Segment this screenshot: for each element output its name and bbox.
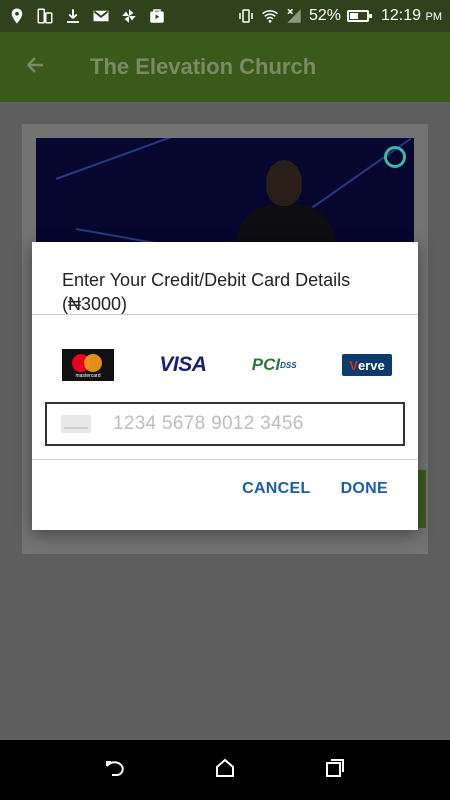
nav-recents-button[interactable]: [315, 750, 355, 790]
back-icon: [103, 756, 127, 785]
nav-home-button[interactable]: [205, 750, 245, 790]
battery-percent: 52%: [308, 7, 341, 24]
home-icon: [213, 756, 237, 785]
dialog-actions: CANCEL DONE: [242, 480, 388, 498]
channel-logo: [384, 146, 406, 168]
light-ray: [55, 138, 207, 180]
divider: [32, 459, 418, 460]
wifi-icon: [261, 7, 279, 25]
no-signal-icon: [285, 7, 303, 25]
battery-icon: [347, 10, 372, 22]
navigation-bar: [0, 740, 450, 800]
card-number-input[interactable]: [113, 413, 393, 435]
clock-time: 12:19: [381, 7, 422, 24]
speaker-body: [236, 204, 336, 242]
pci-dss-logo: PCI DSS: [251, 355, 297, 374]
card-number-field[interactable]: [45, 402, 405, 446]
vibrate-icon: [237, 7, 255, 25]
mastercard-logo: mastercard: [62, 349, 114, 381]
gmail-icon: [92, 7, 110, 25]
light-ray: [75, 228, 195, 242]
app-bar: The Elevation Church: [0, 32, 450, 102]
phone-tablet-icon: [36, 7, 54, 25]
pinwheel-icon: [120, 7, 138, 25]
speaker-head: [266, 160, 302, 206]
cancel-button[interactable]: CANCEL: [242, 480, 310, 498]
app-title: The Elevation Church: [90, 54, 317, 79]
back-button[interactable]: [0, 32, 70, 102]
verve-logo: Verve: [341, 354, 392, 376]
battery-fill: [350, 13, 358, 19]
dialog-body: mastercard VISA PCI DSS Verve: [32, 315, 418, 459]
arrow-left-icon: [23, 53, 47, 82]
status-right-icons: 52% 12:19 PM: [237, 7, 442, 25]
video-thumbnail[interactable]: [36, 138, 414, 242]
location-icon: [8, 7, 26, 25]
nav-back-button[interactable]: [95, 750, 135, 790]
status-bar: 52% 12:19 PM: [0, 0, 450, 32]
visa-logo: VISA: [159, 353, 207, 376]
download-icon: [64, 7, 82, 25]
play-store-icon: [148, 7, 166, 25]
credit-card-icon: [61, 415, 91, 433]
card-logos: mastercard VISA PCI DSS Verve: [62, 349, 392, 381]
status-left-icons: [8, 7, 166, 25]
dialog-title: Enter Your Credit/Debit Card Details (₦3…: [62, 270, 351, 314]
clock: 12:19 PM: [381, 7, 442, 25]
done-button[interactable]: DONE: [341, 480, 388, 498]
recents-icon: [323, 756, 347, 785]
clock-ampm: PM: [425, 11, 443, 23]
card-details-dialog: Enter Your Credit/Debit Card Details (₦3…: [32, 242, 418, 530]
